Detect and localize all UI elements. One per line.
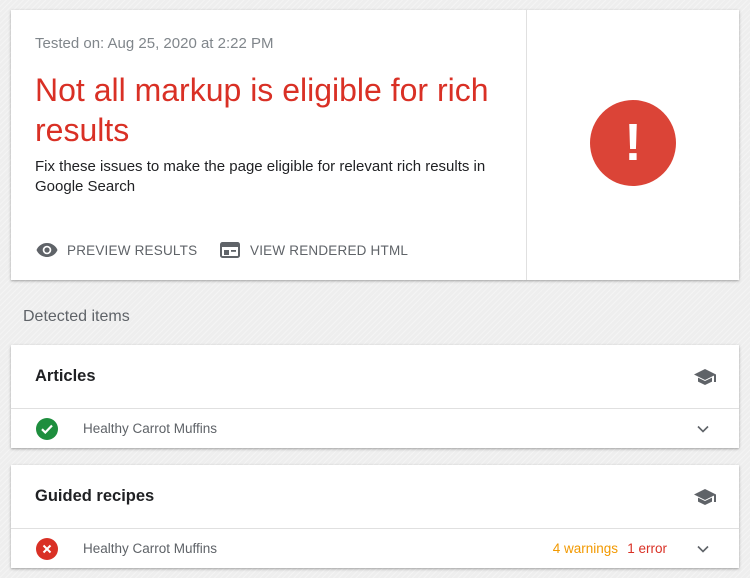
preview-results-button[interactable]: PREVIEW RESULTS [35,238,197,262]
item-name: Healthy Carrot Muffins [83,541,218,556]
summary-content: Tested on: Aug 25, 2020 at 2:22 PM Not a… [11,10,527,280]
chevron-down-icon[interactable] [695,541,711,557]
detected-items-heading: Detected items [23,308,130,325]
view-rendered-html-button[interactable]: VIEW RENDERED HTML [218,238,408,262]
error-circle-icon [36,538,58,560]
graduation-cap-icon[interactable] [693,365,717,389]
chevron-down-icon[interactable] [695,421,711,437]
test-summary-card: Tested on: Aug 25, 2020 at 2:22 PM Not a… [11,10,739,280]
tested-on-timestamp: Tested on: Aug 25, 2020 at 2:22 PM [35,35,274,52]
detected-item-row[interactable]: Healthy Carrot Muffins [11,409,739,448]
result-description: Fix these issues to make the page eligib… [35,158,486,195]
preview-results-label: PREVIEW RESULTS [67,242,198,258]
warning-count: 4 warnings [552,541,618,556]
check-circle-icon [36,418,58,440]
category-title: Guided recipes [35,487,155,505]
view-rendered-html-label: VIEW RENDERED HTML [250,242,409,258]
error-count: 1 error [627,541,667,556]
item-name: Healthy Carrot Muffins [83,421,218,436]
category-title: Articles [35,367,96,385]
browser-window-icon [218,238,242,262]
graduation-cap-icon[interactable] [693,485,717,509]
error-alert-icon: ! [590,100,676,186]
detected-item-row[interactable]: Healthy Carrot Muffins 4 warnings 1 erro… [11,529,739,568]
category-card-articles: Articles Healthy Carrot Muffins [11,345,739,448]
eye-icon [35,238,59,262]
result-headline: Not all markup is eligible for rich resu… [35,72,489,148]
category-card-guided-recipes: Guided recipes Healthy Carrot Muffins 4 … [11,465,739,568]
